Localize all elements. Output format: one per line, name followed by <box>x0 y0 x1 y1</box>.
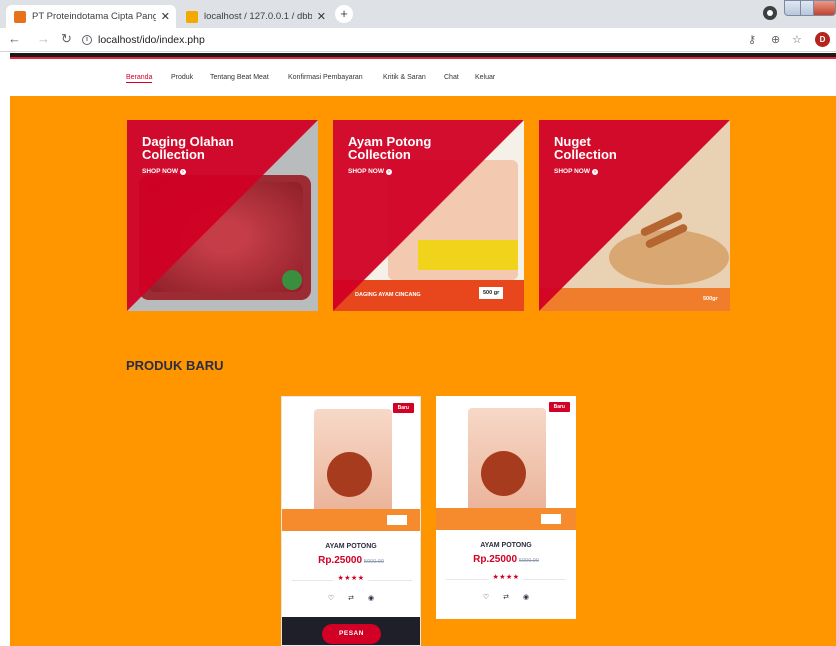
arrow-circle-icon: › <box>592 168 598 175</box>
site-favicon-icon <box>14 10 26 23</box>
incognito-profile-icon[interactable] <box>763 6 777 20</box>
back-arrow-icon[interactable]: ← <box>8 32 21 46</box>
new-tab-button[interactable]: + <box>335 5 353 23</box>
close-tab-icon[interactable]: ✕ <box>317 10 326 23</box>
quick-view-eye-icon[interactable]: ◉ <box>368 594 374 602</box>
address-bar[interactable]: i localhost/ido/index.php <box>82 31 742 48</box>
product-label: DAGING AYAM CINCANG <box>355 292 421 298</box>
quick-view-eye-icon[interactable]: ◉ <box>523 593 529 601</box>
minimize-window-button[interactable] <box>784 0 801 16</box>
shop-now-link[interactable]: SHOP NOW › <box>142 168 186 175</box>
browser-tab[interactable]: localhost / 127.0.0.1 / dbbestme ✕ <box>178 5 332 28</box>
page-content: Daging Olahan Collection SHOP NOW › DAGIN… <box>10 96 836 646</box>
zoom-icon[interactable]: ⊕ <box>771 33 780 46</box>
wishlist-heart-icon[interactable]: ♡ <box>483 593 489 601</box>
product-price: Rp.25000 5000.00 <box>318 555 384 566</box>
product-image <box>436 396 576 536</box>
browser-tabstrip: PT Proteindotama Cipta Pangan ✕ localhos… <box>0 0 836 28</box>
new-badge: Baru <box>392 403 414 413</box>
nav-item-kritik-saran[interactable]: Kritik & Saran <box>383 74 426 81</box>
browser-tab-active[interactable]: PT Proteindotama Cipta Pangan ✕ <box>6 5 176 28</box>
compare-arrows-icon[interactable]: ⇄ <box>503 593 509 601</box>
nav-item-chat[interactable]: Chat <box>444 74 459 81</box>
rating-stars: ★★★★ <box>333 574 369 582</box>
reload-icon[interactable]: ↻ <box>61 32 72 46</box>
product-name[interactable]: AYAM POTONG <box>436 542 576 549</box>
old-price: 5000.00 <box>519 558 539 564</box>
collection-title: Nuget Collection <box>554 134 617 162</box>
compare-arrows-icon[interactable]: ⇄ <box>348 594 354 602</box>
phpmyadmin-favicon-icon <box>186 10 198 23</box>
collection-title: Ayam Potong Collection <box>348 134 432 162</box>
section-title: PRODUK BARU <box>126 358 224 373</box>
collection-card-nuget[interactable]: 500gr Nuget Collection SHOP NOW › <box>539 120 730 311</box>
close-tab-icon[interactable]: ✕ <box>161 10 170 23</box>
nav-item-keluar[interactable]: Keluar <box>475 74 495 81</box>
collection-card-ayam[interactable]: DAGING AYAM CINCANG 500 gr Ayam Potong C… <box>333 120 524 311</box>
collection-card-daging[interactable]: Daging Olahan Collection SHOP NOW › <box>127 120 318 311</box>
tab-title: localhost / 127.0.0.1 / dbbestme <box>204 11 312 22</box>
product-card[interactable]: Baru AYAM POTONG Rp.25000 5000.00 ★★★★ ♡ … <box>436 396 576 619</box>
main-navigation: Beranda Produk Tentang Beat Meat Konfirm… <box>10 59 836 96</box>
browser-toolbar: ← → ↻ i localhost/ido/index.php ⚷ ⊕ ☆ D <box>0 28 836 52</box>
order-button[interactable]: PESAN <box>322 624 381 644</box>
key-icon[interactable]: ⚷ <box>748 33 756 46</box>
nav-item-produk[interactable]: Produk <box>171 74 193 81</box>
site-info-icon[interactable]: i <box>82 34 92 45</box>
wishlist-heart-icon[interactable]: ♡ <box>328 594 334 602</box>
shop-now-link[interactable]: SHOP NOW › <box>554 168 598 175</box>
product-name[interactable]: AYAM POTONG <box>282 543 420 550</box>
product-price: Rp.25000 5000.00 <box>473 554 539 565</box>
weight-label: 500gr <box>703 296 718 302</box>
nav-item-beranda[interactable]: Beranda <box>126 74 153 83</box>
product-card[interactable]: Baru AYAM POTONG Rp.25000 5000.00 ★★★★ ♡ … <box>281 396 421 646</box>
order-bar: PESAN <box>282 617 420 645</box>
rating-stars: ★★★★ <box>488 573 524 581</box>
old-price: 5000.00 <box>364 559 384 565</box>
nav-item-tentang[interactable]: Tentang Beat Meat <box>210 74 269 81</box>
url-text[interactable]: localhost/ido/index.php <box>98 34 205 46</box>
arrow-circle-icon: › <box>180 168 186 175</box>
nav-item-konfirmasi[interactable]: Konfirmasi Pembayaran <box>288 74 363 81</box>
close-window-button[interactable] <box>813 0 836 16</box>
arrow-circle-icon: › <box>386 168 392 175</box>
forward-arrow-icon[interactable]: → <box>37 32 50 46</box>
profile-avatar[interactable]: D <box>815 32 830 47</box>
collection-title: Daging Olahan Collection <box>142 134 234 162</box>
shop-now-link[interactable]: SHOP NOW › <box>348 168 392 175</box>
maximize-window-button[interactable] <box>800 0 814 16</box>
bookmark-star-icon[interactable]: ☆ <box>792 33 802 46</box>
weight-label: 500 gr <box>479 287 504 299</box>
tab-title: PT Proteindotama Cipta Pangan <box>32 11 156 22</box>
product-image <box>282 397 420 537</box>
new-badge: Baru <box>548 402 570 412</box>
